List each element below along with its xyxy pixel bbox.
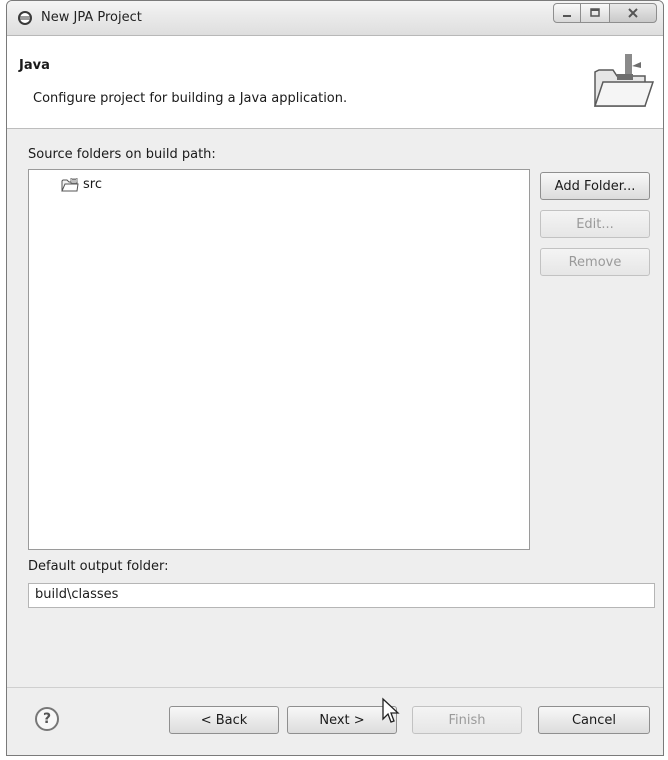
eclipse-icon: [17, 10, 33, 26]
footer-divider: [7, 687, 663, 688]
source-folder-icon: [61, 177, 79, 191]
source-folders-label: Source folders on build path:: [28, 147, 216, 162]
output-folder-label: Default output folder:: [28, 559, 169, 574]
list-item[interactable]: src: [61, 177, 102, 192]
new-jpa-project-dialog: New JPA Project Java Configure project f…: [6, 0, 664, 756]
page-title: Java: [19, 58, 50, 73]
new-project-folder-icon: [593, 54, 655, 107]
remove-button[interactable]: Remove: [540, 248, 650, 276]
maximize-button[interactable]: [580, 3, 610, 23]
window-title: New JPA Project: [41, 10, 142, 25]
finish-button[interactable]: Finish: [412, 706, 522, 734]
title-bar[interactable]: New JPA Project: [7, 1, 663, 36]
close-button[interactable]: [609, 3, 657, 23]
back-button[interactable]: < Back: [169, 706, 279, 734]
page-description: Configure project for building a Java ap…: [33, 91, 348, 106]
mouse-cursor-icon: [382, 697, 400, 723]
source-folder-label: src: [83, 177, 102, 192]
help-icon[interactable]: ?: [35, 707, 59, 731]
minimize-button[interactable]: [553, 3, 581, 23]
wizard-banner: Java Configure project for building a Ja…: [7, 36, 663, 129]
edit-button[interactable]: Edit...: [540, 210, 650, 238]
close-icon: [628, 8, 638, 18]
minimize-icon: [563, 15, 571, 17]
cancel-button[interactable]: Cancel: [538, 706, 650, 734]
maximize-icon: [590, 8, 600, 17]
source-folders-list[interactable]: src: [28, 169, 530, 550]
output-folder-field[interactable]: build\classes: [28, 583, 655, 608]
add-folder-button[interactable]: Add Folder...: [540, 172, 650, 200]
window-controls: [553, 3, 657, 23]
